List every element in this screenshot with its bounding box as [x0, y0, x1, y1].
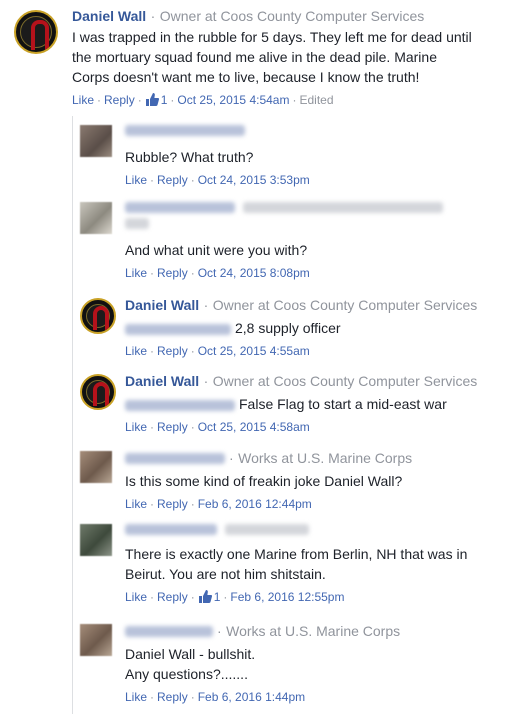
reply-comment: Daniel Wall · Owner at Coos County Compu… [80, 296, 506, 366]
reply-link[interactable]: Reply [104, 93, 135, 107]
reply-link[interactable]: Reply [157, 497, 188, 511]
reply-link[interactable]: Reply [157, 344, 188, 358]
comment-actions: Like · Reply · 1 · Oct 25, 2015 4:54am · Edited [72, 93, 334, 109]
like-link[interactable]: Like [125, 497, 147, 511]
like-link[interactable]: Like [125, 590, 147, 604]
like-link[interactable]: Like [125, 420, 147, 434]
author-subtitle: Owner at Coos County Computer Services [159, 8, 425, 24]
like-link[interactable]: Like [125, 690, 147, 704]
redacted-name [125, 626, 213, 638]
avatar[interactable] [80, 125, 112, 157]
timestamp[interactable]: Feb 6, 2016 12:44pm [198, 497, 312, 511]
reply-link[interactable]: Reply [157, 266, 188, 280]
timestamp[interactable]: Oct 25, 2015 4:55am [198, 344, 310, 358]
timestamp[interactable]: Oct 25, 2015 4:58am [198, 420, 310, 434]
avatar[interactable] [80, 451, 112, 483]
author-subtitle: Works at U.S. Marine Corps [238, 450, 413, 466]
redacted-mention [125, 323, 231, 335]
comment-text: There is exactly one Marine from Berlin,… [125, 546, 468, 582]
thumbs-up-icon[interactable] [145, 93, 159, 109]
avatar[interactable] [14, 10, 58, 54]
redacted-name [125, 202, 235, 214]
reply-link[interactable]: Reply [157, 690, 188, 704]
redacted-subtitle [225, 524, 310, 536]
comment-text: And what unit were you with? [125, 242, 308, 258]
comment-text: I was trapped in the rubble for 5 days. … [72, 29, 472, 85]
reply-comment: There is exactly one Marine from Berlin,… [80, 522, 506, 612]
separator: · [150, 8, 156, 24]
like-link[interactable]: Like [125, 266, 147, 280]
avatar[interactable] [80, 202, 112, 234]
redacted-name [125, 453, 225, 465]
author-subtitle: Owner at Coos County Computer Services [212, 297, 478, 313]
author-subtitle: Works at U.S. Marine Corps [226, 623, 401, 639]
redacted-name [125, 524, 217, 536]
avatar[interactable] [80, 374, 116, 410]
comment-actions: Like · Reply · 1 · Feb 6, 2016 12:55pm [125, 590, 345, 606]
reply-comment: · Works at U.S. Marine Corps Daniel Wall… [80, 622, 506, 710]
timestamp[interactable]: Feb 6, 2016 12:55pm [230, 590, 344, 604]
comment-actions: Like · Reply · Oct 24, 2015 8:08pm [125, 266, 310, 280]
timestamp[interactable]: Feb 6, 2016 1:44pm [198, 690, 305, 704]
like-link[interactable]: Like [125, 344, 147, 358]
author-name[interactable]: Daniel Wall [125, 373, 199, 389]
comment-actions: Like · Reply · Oct 24, 2015 3:53pm [125, 173, 310, 187]
redacted-name [125, 125, 245, 137]
avatar[interactable] [80, 298, 116, 334]
timestamp[interactable]: Oct 25, 2015 4:54am [177, 93, 289, 107]
reply-comment: And what unit were you with? Like · Reply ·… [80, 200, 506, 286]
reply-comment: Daniel Wall · Owner at Coos County Compu… [80, 372, 506, 442]
redacted-mention [125, 399, 235, 411]
comment-text: Daniel Wall - bullshit. Any questions?..… [125, 646, 256, 682]
avatar[interactable] [80, 524, 112, 556]
reply-link[interactable]: Reply [157, 420, 188, 434]
comment-text: False Flag to start a mid-east war [125, 394, 510, 414]
comment-actions: Like · Reply · Feb 6, 2016 1:44pm [125, 690, 306, 704]
redacted-subtitle [243, 202, 444, 214]
reply-comment: · Works at U.S. Marine Corps Is this som… [80, 449, 506, 515]
timestamp[interactable]: Oct 24, 2015 3:53pm [198, 173, 310, 187]
reply-link[interactable]: Reply [157, 173, 188, 187]
author-name[interactable]: Daniel Wall [72, 8, 146, 24]
timestamp[interactable]: Oct 24, 2015 8:08pm [198, 266, 310, 280]
author-name[interactable]: Daniel Wall [125, 297, 199, 313]
avatar[interactable] [80, 624, 112, 656]
comment-actions: Like · Reply · Oct 25, 2015 4:58am [125, 420, 310, 434]
comment-text: Rubble? What truth? [125, 149, 254, 165]
like-link[interactable]: Like [72, 93, 94, 107]
reply-link[interactable]: Reply [157, 590, 188, 604]
author-subtitle: Owner at Coos County Computer Services [212, 373, 478, 389]
comment-actions: Like · Reply · Feb 6, 2016 12:44pm [125, 497, 312, 511]
edited-label[interactable]: Edited [299, 93, 333, 107]
reply-comment: Rubble? What truth? Like · Reply · Oct 24, 2… [80, 123, 506, 193]
thumbs-up-icon[interactable] [198, 590, 212, 606]
like-link[interactable]: Like [125, 173, 147, 187]
comment-text: Is this some kind of freakin joke Daniel… [125, 473, 403, 489]
thread-line [72, 116, 73, 714]
comment-actions: Like · Reply · Oct 25, 2015 4:55am [125, 344, 310, 358]
comment-text: 2,8 supply officer [125, 318, 510, 338]
